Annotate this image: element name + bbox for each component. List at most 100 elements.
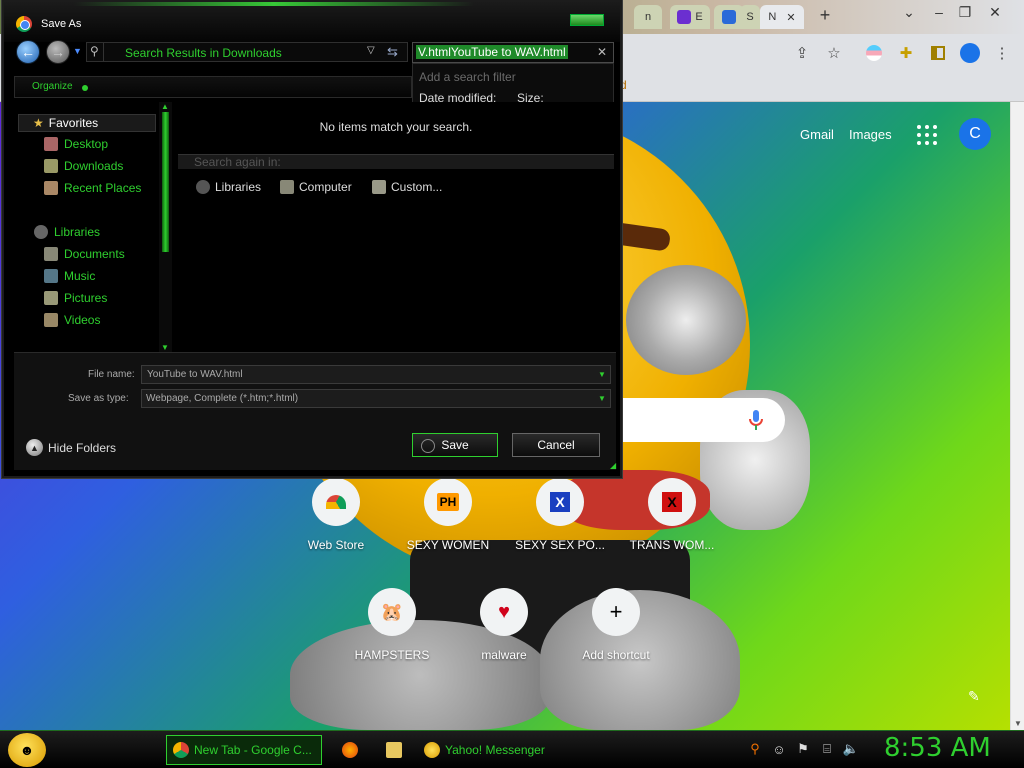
- close-window-icon[interactable]: ✕: [982, 2, 1008, 22]
- page-scrollbar[interactable]: ▼: [1010, 102, 1024, 730]
- tab-4[interactable]: S: [740, 5, 760, 29]
- hamster-glyph: 🐹: [380, 601, 404, 622]
- gmail-link[interactable]: Gmail: [800, 127, 834, 142]
- file-name-label: File name:: [88, 369, 135, 380]
- resize-grip-icon[interactable]: ◢: [610, 461, 616, 470]
- navpane-scrollbar[interactable]: ▲ ▼: [159, 102, 172, 352]
- share-icon[interactable]: ⇪: [790, 41, 814, 65]
- tab-1[interactable]: n: [634, 5, 662, 29]
- scroll-down-icon[interactable]: ▼: [161, 343, 169, 352]
- google-apps-icon[interactable]: [916, 124, 938, 146]
- new-tab-button[interactable]: +: [812, 5, 838, 25]
- nav-libraries[interactable]: Libraries: [34, 225, 100, 239]
- shortcut-malware[interactable]: ♥ malware: [448, 588, 560, 662]
- back-arrow-icon[interactable]: ←: [16, 40, 40, 64]
- menu-kebab-icon[interactable]: ⋮: [990, 41, 1014, 65]
- tab-search-icon[interactable]: ⌄: [896, 2, 922, 22]
- shortcut-sexy-women[interactable]: PH SEXY WOMEN: [392, 478, 504, 552]
- bookmark-star-icon[interactable]: ☆: [822, 41, 846, 65]
- nav-music[interactable]: Music: [44, 269, 95, 283]
- task-yahoo-messenger[interactable]: Yahoo! Messenger: [418, 735, 574, 765]
- search-tray-icon[interactable]: ⚲: [746, 740, 764, 758]
- save-status-icon: [421, 439, 435, 453]
- search-loc-label: Libraries: [215, 180, 262, 194]
- images-link[interactable]: Images: [849, 127, 892, 142]
- restore-icon[interactable]: ❐: [952, 2, 978, 22]
- minimize-icon[interactable]: –: [926, 2, 952, 22]
- address-bar[interactable]: ⚲ Search Results in Downloads ▽ ⇆: [86, 42, 408, 62]
- chevron-up-icon: ▲: [26, 439, 43, 456]
- search-input[interactable]: V.htmlYouTube to WAV.html ✕: [412, 42, 614, 63]
- hide-folders-button[interactable]: ▲ Hide Folders: [26, 439, 116, 456]
- action-center-flag-icon[interactable]: ⚑: [794, 740, 812, 758]
- nav-music-label: Music: [64, 269, 96, 283]
- scroll-down-icon[interactable]: ▼: [1014, 719, 1022, 728]
- tab-active[interactable]: N ✕: [760, 5, 804, 29]
- forward-arrow-icon[interactable]: →: [46, 40, 70, 64]
- profile-avatar-icon[interactable]: [958, 41, 982, 65]
- custom-folder-icon: [372, 180, 386, 194]
- file-name-input[interactable]: YouTube to WAV.html: [141, 365, 611, 384]
- scroll-up-icon[interactable]: ▲: [161, 102, 169, 111]
- account-avatar[interactable]: C: [959, 118, 991, 150]
- nav-recent-places[interactable]: Recent Places: [44, 181, 141, 195]
- firefox-icon: [342, 742, 358, 758]
- cancel-button[interactable]: Cancel: [512, 433, 600, 457]
- save-button[interactable]: Save: [412, 433, 498, 457]
- nav-documents[interactable]: Documents: [44, 247, 125, 261]
- organize-dropdown-icon[interactable]: [82, 85, 88, 91]
- scroll-thumb[interactable]: [162, 112, 169, 252]
- shortcut-add[interactable]: + Add shortcut: [560, 588, 672, 662]
- task-firefox[interactable]: [336, 735, 364, 765]
- tab-2[interactable]: E: [670, 5, 710, 29]
- file-name-dropdown-icon[interactable]: ▼: [594, 366, 610, 383]
- file-list-pane: No items match your search. Search again…: [176, 102, 616, 352]
- shortcut-hampsters[interactable]: 🐹 HAMPSTERS: [336, 588, 448, 662]
- nav-desktop[interactable]: Desktop: [44, 137, 108, 151]
- shortcut-sexy-sex-po[interactable]: X SEXY SEX PO...: [504, 478, 616, 552]
- chrome-logo-icon: [16, 16, 32, 32]
- organize-menu[interactable]: Organize: [32, 81, 73, 92]
- shortcut-label: HAMPSTERS: [354, 648, 430, 662]
- address-text: Search Results in Downloads: [125, 46, 282, 60]
- dialog-title: Save As: [41, 18, 82, 30]
- save-type-select[interactable]: Webpage, Complete (*.htm;*.html): [141, 389, 611, 408]
- pictures-icon: [44, 291, 58, 305]
- dialog-titlebar[interactable]: [4, 2, 620, 42]
- shortcut-trans-wom[interactable]: X TRANS WOM...: [616, 478, 728, 552]
- recent-locations-chevron-icon[interactable]: ▼: [73, 46, 82, 56]
- search-in-custom[interactable]: Custom...: [372, 180, 442, 194]
- search-in-computer[interactable]: Computer: [280, 180, 352, 194]
- voice-search-mic-icon[interactable]: [748, 408, 764, 432]
- nav-favorites[interactable]: ★ Favorites: [18, 114, 156, 132]
- network-icon[interactable]: ⌸: [818, 740, 836, 758]
- extensions-puzzle-icon[interactable]: ✚: [894, 41, 918, 65]
- tab-active-label: N: [768, 11, 777, 23]
- nav-downloads[interactable]: Downloads: [44, 159, 123, 173]
- task-yahoo-label: Yahoo! Messenger: [445, 743, 545, 757]
- address-dropdown-icon[interactable]: ▽: [367, 45, 375, 56]
- customize-pencil-icon[interactable]: ✎: [968, 688, 980, 705]
- task-chrome[interactable]: New Tab - Google C...: [166, 735, 322, 765]
- dialog-close-button[interactable]: [570, 14, 604, 26]
- save-button-label: Save: [441, 438, 469, 452]
- tab-4-label: S: [746, 11, 754, 23]
- recent-places-icon: [44, 181, 58, 195]
- folder-icon: [386, 742, 402, 758]
- taskbar-clock[interactable]: 8:53 AM: [884, 733, 991, 763]
- clear-search-icon[interactable]: ✕: [597, 45, 607, 59]
- tab-close-icon[interactable]: ✕: [786, 11, 795, 24]
- messenger-tray-icon[interactable]: ☺: [770, 740, 788, 758]
- side-panel-icon[interactable]: [926, 41, 950, 65]
- tab-2-label: E: [695, 11, 703, 23]
- volume-icon[interactable]: 🔈: [842, 740, 860, 758]
- search-in-libraries[interactable]: Libraries: [196, 180, 261, 194]
- nav-pictures[interactable]: Pictures: [44, 291, 107, 305]
- shortcut-web-store[interactable]: Web Store: [280, 478, 392, 552]
- start-button-smiley-icon[interactable]: ☻: [8, 733, 46, 767]
- save-type-dropdown-icon[interactable]: ▼: [594, 390, 610, 407]
- refresh-icon[interactable]: ⇆: [387, 44, 398, 60]
- task-explorer[interactable]: [380, 735, 408, 765]
- nav-videos[interactable]: Videos: [44, 313, 100, 327]
- extension-flag-icon[interactable]: [862, 41, 886, 65]
